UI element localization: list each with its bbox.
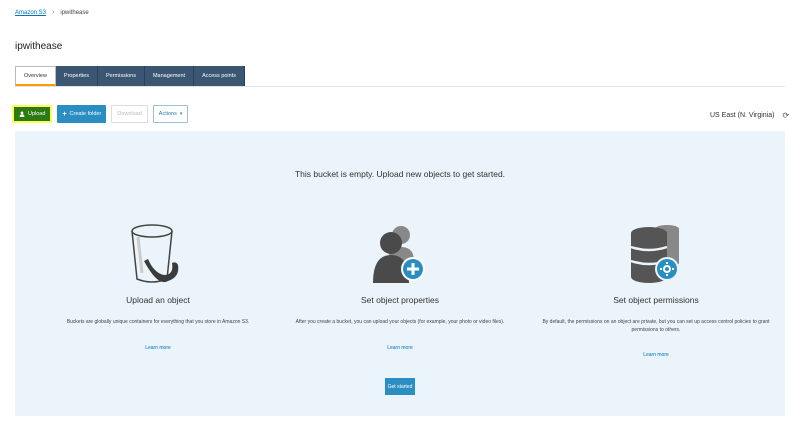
set-permissions-section: Set object permissions By default, the p… (541, 219, 771, 361)
create-folder-button[interactable]: + Create folder (57, 105, 107, 123)
breadcrumb-separator: › (52, 9, 55, 16)
breadcrumb: Amazon S3 › ipwithease (15, 9, 89, 16)
tab-properties[interactable]: Properties (55, 66, 98, 86)
database-settings-icon (630, 225, 679, 283)
upload-button[interactable]: Upload (12, 105, 53, 123)
toolbar: Upload + Create folder Download Actions … (12, 105, 189, 123)
upload-object-section: Upload an object Buckets are globally un… (43, 219, 273, 354)
tab-management[interactable]: Management (144, 66, 195, 86)
actions-dropdown[interactable]: Actions ▾ (152, 105, 189, 123)
plus-icon: + (62, 110, 67, 118)
page-title: ipwithease (15, 41, 63, 52)
set-properties-section: Set object properties After you create a… (285, 219, 515, 354)
tab-bar: Overview Properties Permissions Manageme… (15, 66, 245, 86)
upload-object-title: Upload an object (126, 295, 190, 305)
refresh-icon[interactable]: ⟳ (782, 111, 789, 120)
set-properties-title: Set object properties (361, 295, 439, 305)
set-properties-description: After you create a bucket, you can uploa… (295, 319, 505, 325)
user-add-icon (373, 226, 425, 283)
set-properties-learn-more-link[interactable]: Learn more (387, 345, 413, 351)
tab-overview[interactable]: Overview (15, 66, 56, 86)
set-permissions-description: By default, the permissions on an object… (542, 319, 770, 333)
chevron-down-icon: ▾ (179, 111, 183, 117)
region-selector[interactable]: US East (N. Virginia) ⟳ (710, 111, 789, 120)
empty-bucket-panel: This bucket is empty. Upload new objects… (15, 131, 785, 416)
region-label: US East (N. Virginia) (710, 112, 775, 119)
tab-permissions[interactable]: Permissions (98, 66, 145, 86)
create-folder-label: Create folder (69, 111, 102, 117)
upload-object-description: Buckets are globally unique containers f… (66, 319, 250, 325)
tab-divider (15, 86, 785, 87)
tab-access-points[interactable]: Access points (194, 66, 245, 86)
get-started-button[interactable]: Get started (385, 378, 415, 395)
breadcrumb-current: ipwithease (60, 9, 89, 16)
actions-label: Actions (158, 111, 177, 117)
bucket-icon (131, 224, 179, 283)
upload-user-icon (19, 111, 25, 117)
upload-button-label: Upload (28, 111, 46, 117)
download-button[interactable]: Download (111, 105, 148, 123)
download-label: Download (117, 111, 142, 117)
breadcrumb-link-amazon-s3[interactable]: Amazon S3 (15, 10, 46, 16)
set-permissions-learn-more-link[interactable]: Learn more (643, 352, 669, 358)
empty-bucket-message: This bucket is empty. Upload new objects… (294, 169, 506, 179)
set-permissions-title: Set object permissions (613, 295, 699, 305)
upload-object-learn-more-link[interactable]: Learn more (145, 345, 171, 351)
